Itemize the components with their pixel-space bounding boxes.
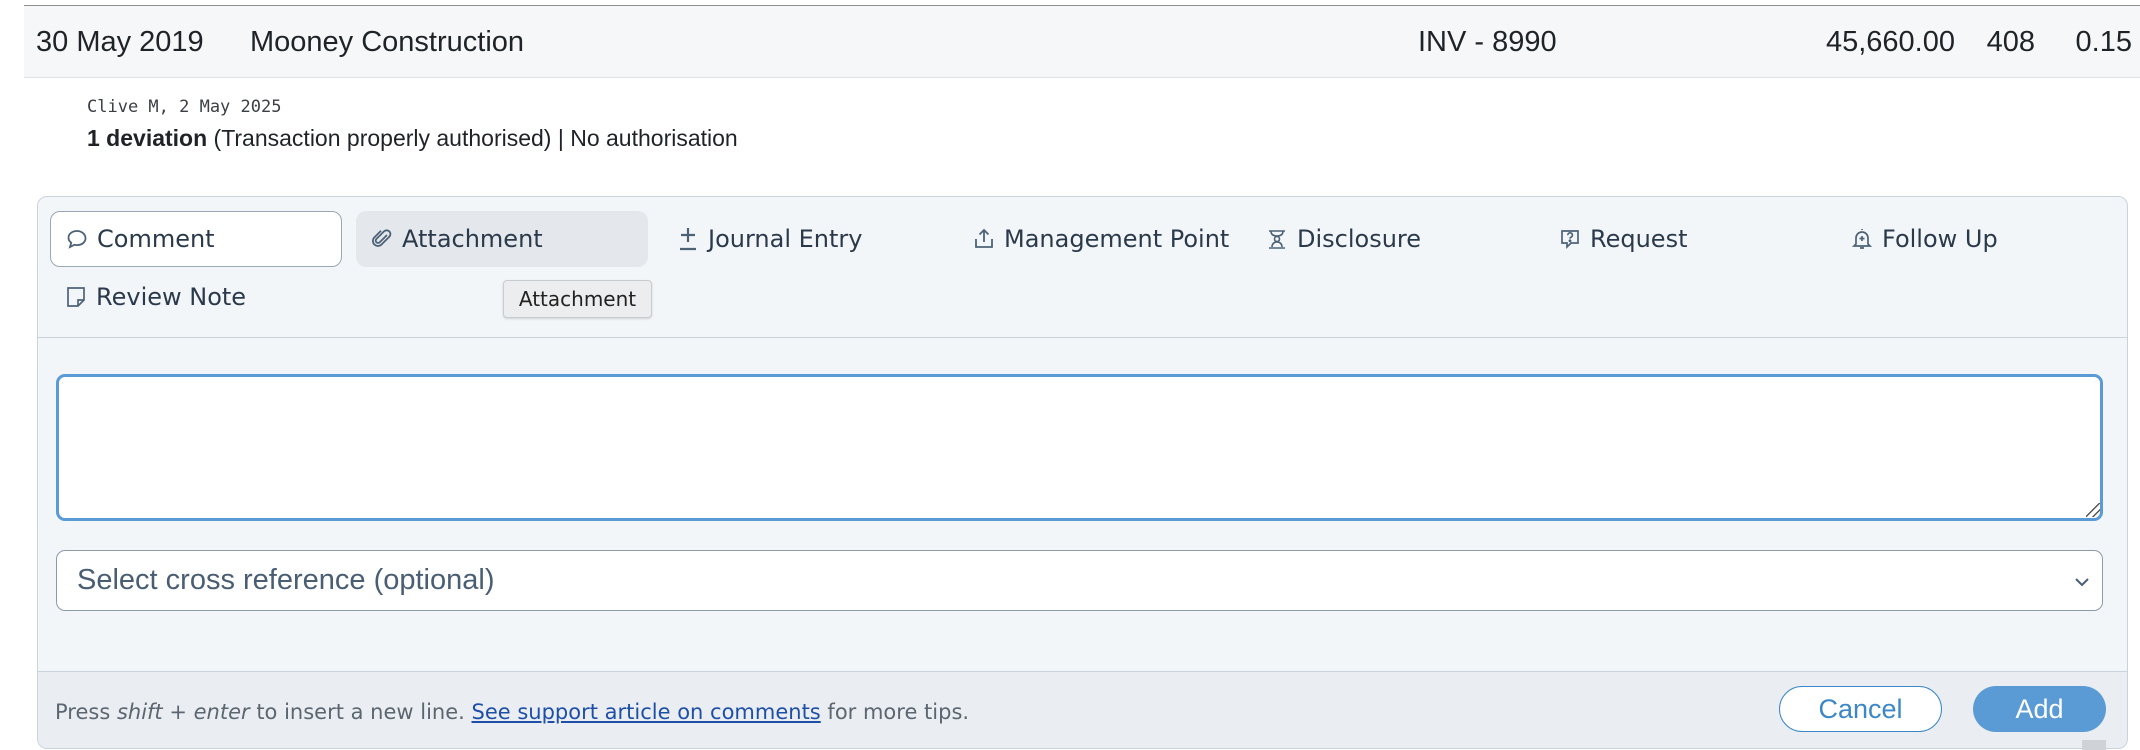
resize-handle-icon[interactable]: [2086, 503, 2100, 517]
tab-label: Attachment: [402, 225, 543, 253]
tab-journal-entry[interactable]: Journal Entry: [662, 211, 954, 267]
deviation-summary: 1 deviation (Transaction properly author…: [87, 125, 738, 152]
tip-middle: to insert a new line.: [249, 700, 472, 724]
help-tip: Press shift + enter to insert a new line…: [55, 700, 969, 724]
row-amount: 45,660.00: [1825, 26, 1955, 58]
row-counterparty: Mooney Construction: [250, 26, 525, 58]
tab-comment[interactable]: Comment: [50, 211, 342, 267]
comment-panel: Comment Attachment Journal Entry Managem…: [37, 196, 2128, 749]
paperclip-icon: [368, 225, 396, 253]
transaction-row[interactable]: 30 May 2019 Mooney Construction INV - 89…: [24, 6, 2140, 78]
bell-icon: [1848, 225, 1876, 253]
tip-keys: shift + enter: [116, 700, 250, 724]
tab-label: Request: [1590, 225, 1688, 253]
tabs-divider: [38, 337, 2127, 338]
tab-label: Comment: [97, 225, 215, 253]
scrollbar-arrow[interactable]: [2082, 740, 2106, 750]
support-article-link[interactable]: See support article on comments: [472, 700, 821, 724]
plus-icon: [674, 225, 702, 253]
tab-label: Review Note: [96, 283, 247, 311]
deviation-detail: (Transaction properly authorised) | No a…: [207, 125, 738, 151]
comment-icon: [63, 225, 91, 253]
tip-suffix: for more tips.: [820, 700, 970, 724]
attachment-tooltip: Attachment: [503, 280, 652, 318]
cancel-button[interactable]: Cancel: [1779, 686, 1942, 732]
cross-reference-placeholder: Select cross reference (optional): [77, 564, 495, 596]
question-icon: [1556, 225, 1584, 253]
tab-label: Follow Up: [1882, 225, 1998, 253]
note-icon: [62, 283, 90, 311]
tab-disclosure[interactable]: Disclosure: [1251, 211, 1543, 267]
disclosure-icon: [1263, 225, 1291, 253]
chevron-down-icon: [2070, 569, 2094, 593]
cross-reference-select[interactable]: Select cross reference (optional): [56, 550, 2103, 611]
tab-request[interactable]: Request: [1544, 211, 1836, 267]
comment-input[interactable]: [56, 374, 2103, 521]
tab-follow-up[interactable]: Follow Up: [1836, 211, 2127, 267]
upload-icon: [970, 225, 998, 253]
tab-label: Journal Entry: [708, 225, 863, 253]
comment-footer: Press shift + enter to insert a new line…: [38, 671, 2127, 748]
tab-label: Disclosure: [1297, 225, 1422, 253]
tab-review-note[interactable]: Review Note: [50, 269, 342, 325]
tab-attachment[interactable]: Attachment: [356, 211, 648, 267]
row-quantity: 408: [1986, 26, 2035, 58]
row-invoice: INV - 8990: [1418, 26, 1557, 58]
note-author-line: Clive M, 2 May 2025: [87, 97, 282, 117]
add-button[interactable]: Add: [1973, 686, 2106, 732]
row-date: 30 May 2019: [36, 26, 204, 58]
deviation-count: 1 deviation: [87, 125, 208, 151]
tab-management-point[interactable]: Management Point: [958, 211, 1250, 267]
tab-label: Management Point: [1004, 225, 1230, 253]
row-rate: 0.15: [2075, 26, 2132, 58]
tip-prefix: Press: [55, 700, 117, 724]
